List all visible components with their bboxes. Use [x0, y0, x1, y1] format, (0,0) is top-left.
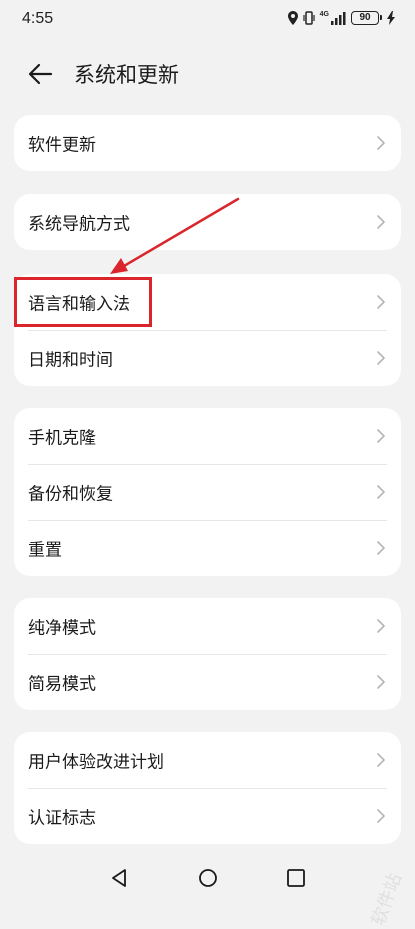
chevron-right-icon: [377, 809, 385, 823]
back-button[interactable]: [26, 60, 56, 88]
menu-item-phone-clone[interactable]: 手机克隆: [14, 408, 401, 464]
triangle-back-icon: [112, 869, 126, 887]
menu-item-backup-restore[interactable]: 备份和恢复: [14, 464, 401, 520]
menu-item-label: 手机克隆: [28, 428, 96, 449]
menu-item-reset[interactable]: 重置: [14, 520, 401, 576]
menu-item-label: 重置: [28, 540, 62, 561]
nav-back-button[interactable]: [107, 866, 131, 890]
menu-item-label: 软件更新: [28, 135, 96, 156]
menu-item-system-navigation[interactable]: 系统导航方式: [14, 194, 401, 250]
back-arrow-icon: [28, 63, 53, 85]
menu-item-label: 认证标志: [28, 808, 96, 829]
menu-item-user-experience[interactable]: 用户体验改进计划: [14, 732, 401, 788]
menu-item-software-update[interactable]: 软件更新: [14, 115, 401, 171]
menu-item-pure-mode[interactable]: 纯净模式: [14, 598, 401, 654]
status-time: 4:55: [22, 10, 54, 27]
charging-icon: [387, 11, 395, 25]
nav-home-button[interactable]: [196, 866, 220, 890]
chevron-right-icon: [377, 295, 385, 309]
menu-item-certification[interactable]: 认证标志: [14, 788, 401, 844]
battery-indicator: 90: [351, 11, 382, 25]
navigation-bar: 软件站: [0, 850, 415, 928]
menu-item-language-input[interactable]: 语言和输入法: [14, 274, 401, 330]
header: 系统和更新: [0, 52, 415, 96]
chevron-right-icon: [377, 753, 385, 767]
signal-icon: [331, 11, 347, 25]
menu-item-label: 日期和时间: [28, 350, 113, 371]
settings-group: 手机克隆 备份和恢复 重置: [14, 408, 401, 576]
settings-group: 软件更新: [14, 115, 401, 171]
menu-item-label: 简易模式: [28, 674, 96, 695]
chevron-right-icon: [377, 215, 385, 229]
location-icon: [287, 11, 298, 25]
menu-item-date-time[interactable]: 日期和时间: [14, 330, 401, 386]
nav-recents-button[interactable]: [284, 866, 308, 890]
status-bar: 4:55 4G 90: [0, 0, 415, 40]
menu-item-label: 系统导航方式: [28, 214, 130, 235]
settings-group: 系统导航方式: [14, 194, 401, 250]
settings-group: 语言和输入法 日期和时间: [14, 274, 401, 386]
menu-item-label: 备份和恢复: [28, 484, 113, 505]
chevron-right-icon: [377, 351, 385, 365]
circle-home-icon: [199, 869, 217, 887]
chevron-right-icon: [377, 675, 385, 689]
chevron-right-icon: [377, 136, 385, 150]
menu-item-label: 纯净模式: [28, 618, 96, 639]
settings-group: 纯净模式 简易模式: [14, 598, 401, 710]
square-recents-icon: [287, 869, 305, 887]
chevron-right-icon: [377, 485, 385, 499]
menu-item-label: 用户体验改进计划: [28, 752, 164, 773]
page-title: 系统和更新: [74, 63, 179, 87]
menu-item-simple-mode[interactable]: 简易模式: [14, 654, 401, 710]
chevron-right-icon: [377, 429, 385, 443]
settings-group: 用户体验改进计划 认证标志: [14, 732, 401, 844]
vibrate-icon: [302, 11, 316, 25]
chevron-right-icon: [377, 541, 385, 555]
chevron-right-icon: [377, 619, 385, 633]
status-icons: 4G 90: [287, 11, 395, 25]
menu-item-label: 语言和输入法: [28, 294, 130, 315]
watermark: 软件站: [367, 870, 407, 929]
network-type-label: 4G: [319, 11, 329, 18]
